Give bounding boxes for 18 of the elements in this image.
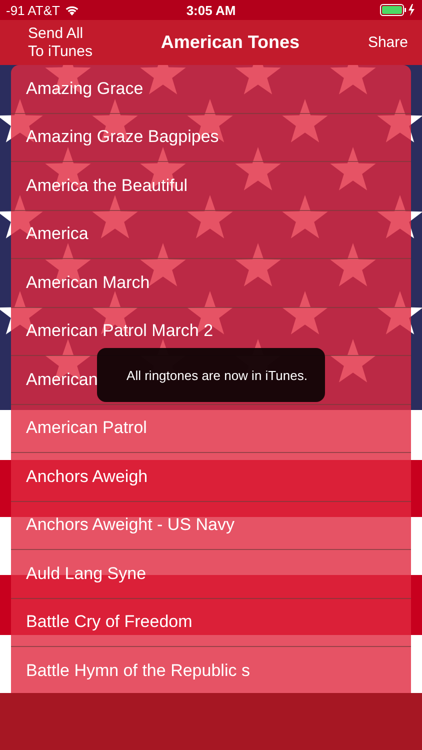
ringtone-title[interactable]: American [26, 370, 98, 390]
screen-title: American Tones [160, 32, 300, 53]
ringtone-title[interactable]: American Patrol March 2 [26, 321, 214, 342]
toast-message: All ringtones are now in iTunes. [97, 348, 325, 402]
ringtone-title[interactable]: Battle Cry of Freedom [26, 612, 192, 632]
ringtone-title[interactable]: America [26, 224, 88, 244]
ringtone-title[interactable]: America the Beautiful [26, 176, 188, 196]
ringtone-title[interactable]: Anchors Aweigh [26, 466, 148, 487]
send-to-itunes-button[interactable]: Send All To iTunes [28, 24, 92, 60]
ringtone-title[interactable]: American March [26, 272, 150, 293]
ringtone-title[interactable]: Auld Lang Syne [26, 564, 146, 584]
ringtone-title[interactable]: American Patrol [26, 418, 147, 438]
carrier-signal: -91 AT&T [6, 2, 60, 18]
wifi-icon [64, 4, 79, 16]
share-button[interactable]: Share [368, 34, 408, 52]
clock-time: 3:05 AM [186, 2, 236, 18]
battery-icon [380, 4, 416, 16]
ringtone-title[interactable]: Amazing Grace [26, 78, 144, 99]
